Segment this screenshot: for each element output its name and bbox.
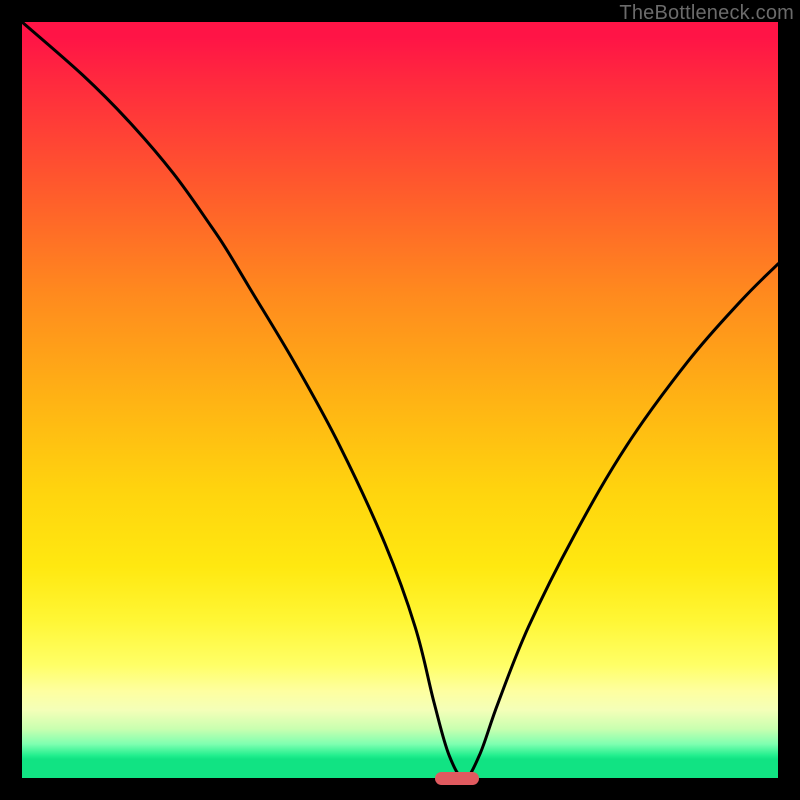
outer-frame: TheBottleneck.com [0, 0, 800, 800]
optimal-point-marker [435, 772, 479, 785]
chart-svg [22, 22, 778, 778]
watermark-text: TheBottleneck.com [619, 2, 794, 25]
bottleneck-curve-path [22, 22, 778, 778]
